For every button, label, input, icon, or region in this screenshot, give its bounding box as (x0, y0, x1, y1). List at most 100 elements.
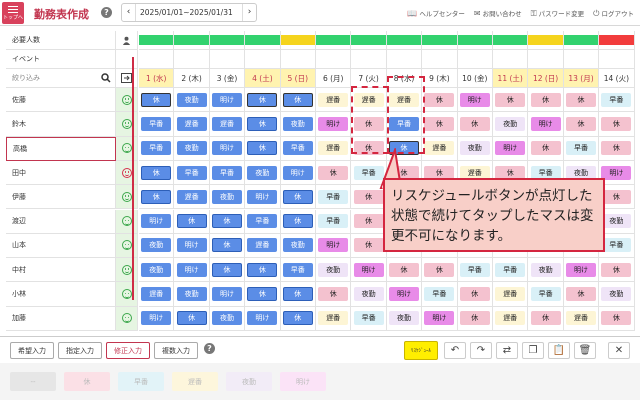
required-count-cell[interactable] (316, 31, 352, 50)
date-header-cell[interactable]: 12 (日) (528, 69, 564, 88)
staff-name[interactable]: 伊藤 (6, 185, 116, 210)
shift-cell[interactable]: 休 (245, 258, 281, 283)
required-count-cell[interactable] (386, 31, 423, 50)
shift-cell[interactable]: 夜勤 (457, 136, 493, 161)
staff-name[interactable]: 田中 (6, 160, 116, 186)
shift-cell[interactable]: 明け (351, 258, 387, 283)
shift-cell[interactable]: 早番 (316, 185, 352, 210)
shift-cell[interactable]: 明け (563, 258, 600, 283)
shift-cell[interactable]: 明け (245, 306, 281, 331)
shift-cell[interactable]: 遅番 (139, 282, 175, 307)
shift-cell[interactable]: 休 (174, 209, 210, 234)
shift-cell[interactable]: 休 (139, 160, 175, 186)
help-icon[interactable]: ? (101, 7, 112, 18)
shift-cell[interactable]: 休 (457, 112, 493, 137)
shift-cell[interactable]: 明け (245, 185, 281, 210)
shift-cell[interactable]: 明け (528, 112, 564, 137)
shift-cell[interactable]: 明け (209, 88, 246, 113)
shift-cell[interactable]: 休 (280, 282, 316, 307)
chevron-right-icon[interactable]: › (242, 4, 256, 21)
shift-cell[interactable]: 夜勤 (139, 258, 175, 283)
shift-cell[interactable]: 夜勤 (280, 112, 316, 137)
date-header-cell[interactable]: 5 (日) (280, 69, 316, 88)
shift-cell[interactable]: 早番 (209, 160, 246, 186)
event-cell[interactable] (422, 50, 458, 69)
shift-cell[interactable]: 明け (316, 233, 352, 259)
close-icon[interactable]: ✕ (608, 342, 630, 359)
shift-cell[interactable]: 明け (457, 88, 493, 113)
shift-cell[interactable]: 夜勤 (316, 258, 352, 283)
staff-name[interactable]: 鈴木 (6, 112, 116, 137)
palette-shift-button[interactable]: 夜勤 (226, 372, 272, 391)
shift-cell[interactable]: 夜勤 (174, 282, 210, 307)
shift-cell[interactable]: 休 (457, 282, 493, 307)
shift-cell[interactable]: 遅番 (563, 306, 600, 331)
shift-cell[interactable]: 明け (422, 306, 458, 331)
shift-cell[interactable]: 休 (280, 185, 316, 210)
shift-cell[interactable]: 明け (139, 209, 175, 234)
required-count-cell[interactable] (209, 31, 246, 50)
shift-cell[interactable]: 休 (280, 306, 316, 331)
shift-cell[interactable]: 休 (280, 209, 316, 234)
shift-cell[interactable]: 早番 (528, 282, 564, 307)
shift-cell[interactable]: 休 (599, 258, 635, 283)
shift-cell[interactable]: 休 (209, 233, 246, 259)
date-header-cell[interactable]: 11 (土) (493, 69, 529, 88)
shift-cell[interactable]: 休 (209, 258, 246, 283)
shift-cell[interactable]: 遅番 (493, 306, 529, 331)
event-cell[interactable] (245, 50, 281, 69)
required-count-cell[interactable] (280, 31, 316, 50)
shift-cell[interactable]: 休 (280, 88, 316, 113)
shift-cell[interactable]: 休 (422, 258, 458, 283)
shift-cell[interactable]: 休 (599, 306, 635, 331)
shift-cell[interactable]: 休 (386, 258, 423, 283)
required-count-cell[interactable] (599, 31, 635, 50)
shift-cell[interactable]: 遅番 (316, 306, 352, 331)
date-range-selector[interactable]: ‹ 2025/01/01~2025/01/31 › (121, 3, 257, 22)
shift-cell[interactable]: 明け (209, 282, 246, 307)
event-cell[interactable] (563, 50, 600, 69)
staff-name[interactable]: 山本 (6, 233, 116, 259)
input-mode-button[interactable]: 複数入力 (154, 342, 198, 359)
header-link-0[interactable]: 📖 ヘルプセンター (407, 8, 464, 19)
shift-cell[interactable]: 遅番 (245, 233, 281, 259)
shift-cell[interactable]: 遅番 (209, 112, 246, 137)
trash-icon[interactable]: 🗑 (574, 342, 596, 359)
shift-cell[interactable]: 明け (493, 136, 529, 161)
required-count-cell[interactable] (174, 31, 210, 50)
event-cell[interactable] (209, 50, 246, 69)
event-cell[interactable] (139, 50, 175, 69)
shift-cell[interactable]: 夜勤 (174, 136, 210, 161)
event-cell[interactable] (457, 50, 493, 69)
header-link-3[interactable]: ⏻ ログアウト (593, 8, 634, 19)
required-count-cell[interactable] (493, 31, 529, 50)
shift-cell[interactable]: 休 (528, 306, 564, 331)
shift-cell[interactable]: 早番 (139, 112, 175, 137)
shift-cell[interactable]: 遅番 (422, 136, 458, 161)
shift-cell[interactable]: 休 (422, 88, 458, 113)
shift-cell[interactable]: 休 (563, 88, 600, 113)
required-count-cell[interactable] (422, 31, 458, 50)
shift-cell[interactable]: 遅番 (174, 112, 210, 137)
event-cell[interactable] (174, 50, 210, 69)
shift-cell[interactable]: 休 (563, 282, 600, 307)
date-header-cell[interactable]: 3 (金) (209, 69, 246, 88)
staff-name[interactable]: 中村 (6, 258, 116, 283)
palette-shift-button[interactable]: 遅番 (172, 372, 218, 391)
input-mode-button[interactable]: 希望入力 (10, 342, 54, 359)
staff-name[interactable]: 高橋 (6, 136, 116, 161)
shift-cell[interactable]: 夜勤 (139, 233, 175, 259)
header-link-1[interactable]: ✉ お問い合わせ (474, 8, 522, 19)
shift-cell[interactable]: 休 (599, 112, 635, 137)
event-cell[interactable] (280, 50, 316, 69)
shift-cell[interactable]: 早番 (280, 258, 316, 283)
event-cell[interactable] (351, 50, 387, 69)
shift-cell[interactable]: 遅番 (316, 136, 352, 161)
shift-cell[interactable]: 休 (245, 88, 281, 113)
shift-cell[interactable]: 明け (209, 136, 246, 161)
shift-cell[interactable]: 休 (316, 160, 352, 186)
date-header-cell[interactable]: 13 (月) (563, 69, 600, 88)
shift-cell[interactable]: 遅番 (316, 88, 352, 113)
shift-cell[interactable]: 休 (316, 282, 352, 307)
reschedule-button[interactable]: ﾘｽｹｼﾞｭｰﾙ (404, 341, 438, 360)
